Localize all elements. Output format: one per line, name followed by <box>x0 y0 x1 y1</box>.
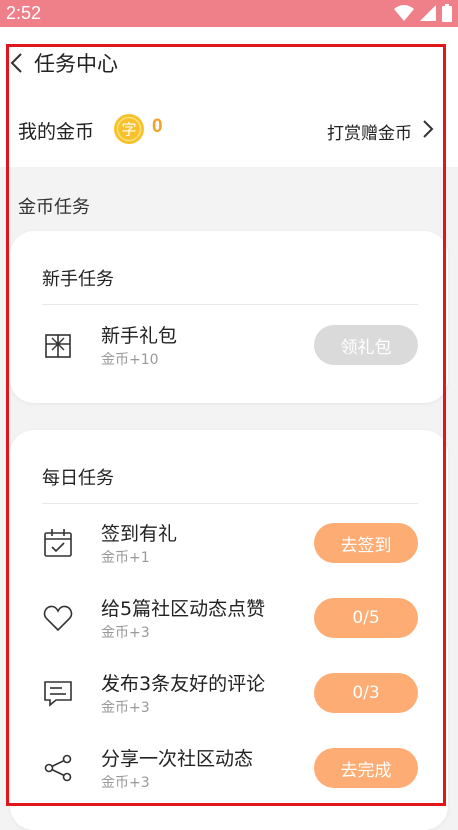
task-name: 分享一次社区动态 <box>101 748 254 770</box>
task-reward: 金币+3 <box>101 775 150 791</box>
task-name: 签到有礼 <box>101 523 178 545</box>
check-in-button[interactable]: 去签到 <box>314 523 418 563</box>
daily-tasks-card: 每日任务 签到有礼 金币+1 去签到 给5篇社区动态点赞 金币+3 0/5 发布… <box>10 430 448 830</box>
task-row: 签到有礼 金币+1 去签到 <box>10 521 448 581</box>
task-row: 给5篇社区动态点赞 金币+3 0/5 <box>10 596 448 656</box>
comment-icon <box>44 681 72 707</box>
chevron-right-icon[interactable] <box>422 119 434 139</box>
status-time: 2:52 <box>6 3 42 23</box>
task-row: 分享一次社区动态 金币+3 去完成 <box>10 746 448 806</box>
status-icons <box>394 4 452 22</box>
coin-icon: 字 <box>114 114 144 144</box>
section-title: 金币任务 <box>18 197 90 218</box>
coin-glyph: 字 <box>121 121 136 139</box>
task-reward: 金币+3 <box>101 700 150 716</box>
newbie-tasks-card: 新手任务 新手礼包 金币+10 领礼包 <box>10 231 448 403</box>
page-title: 任务中心 <box>34 52 118 76</box>
claim-gift-button[interactable]: 领礼包 <box>314 325 418 365</box>
gift-icon <box>45 334 71 358</box>
task-name: 发布3条友好的评论 <box>101 673 266 695</box>
task-reward: 金币+10 <box>101 352 159 368</box>
reward-coins-label: 打赏赠金币 <box>327 124 412 144</box>
like-progress-button[interactable]: 0/5 <box>314 598 418 638</box>
divider <box>42 503 418 504</box>
calendar-check-icon <box>44 529 72 557</box>
task-reward: 金币+3 <box>101 625 150 641</box>
task-row: 新手礼包 金币+10 领礼包 <box>10 323 448 383</box>
back-icon[interactable] <box>8 52 26 74</box>
wifi-icon <box>394 5 414 21</box>
share-complete-button[interactable]: 去完成 <box>314 748 418 788</box>
divider <box>42 304 418 305</box>
my-coins-label: 我的金币 <box>18 121 95 143</box>
comment-progress-button[interactable]: 0/3 <box>314 673 418 713</box>
share-icon <box>44 754 72 782</box>
reward-coins-link[interactable]: 打赏赠金币 <box>327 119 412 144</box>
card-title: 新手任务 <box>42 269 114 290</box>
battery-icon <box>442 4 452 22</box>
card-title: 每日任务 <box>42 468 114 489</box>
heart-icon <box>43 605 73 632</box>
task-name: 给5篇社区动态点赞 <box>101 598 266 620</box>
coin-balance: 0 <box>152 116 163 137</box>
task-reward: 金币+1 <box>101 550 150 566</box>
status-bar: 2:52 <box>0 0 458 27</box>
task-row: 发布3条友好的评论 金币+3 0/3 <box>10 671 448 731</box>
signal-icon <box>420 5 436 21</box>
task-name: 新手礼包 <box>101 325 178 347</box>
